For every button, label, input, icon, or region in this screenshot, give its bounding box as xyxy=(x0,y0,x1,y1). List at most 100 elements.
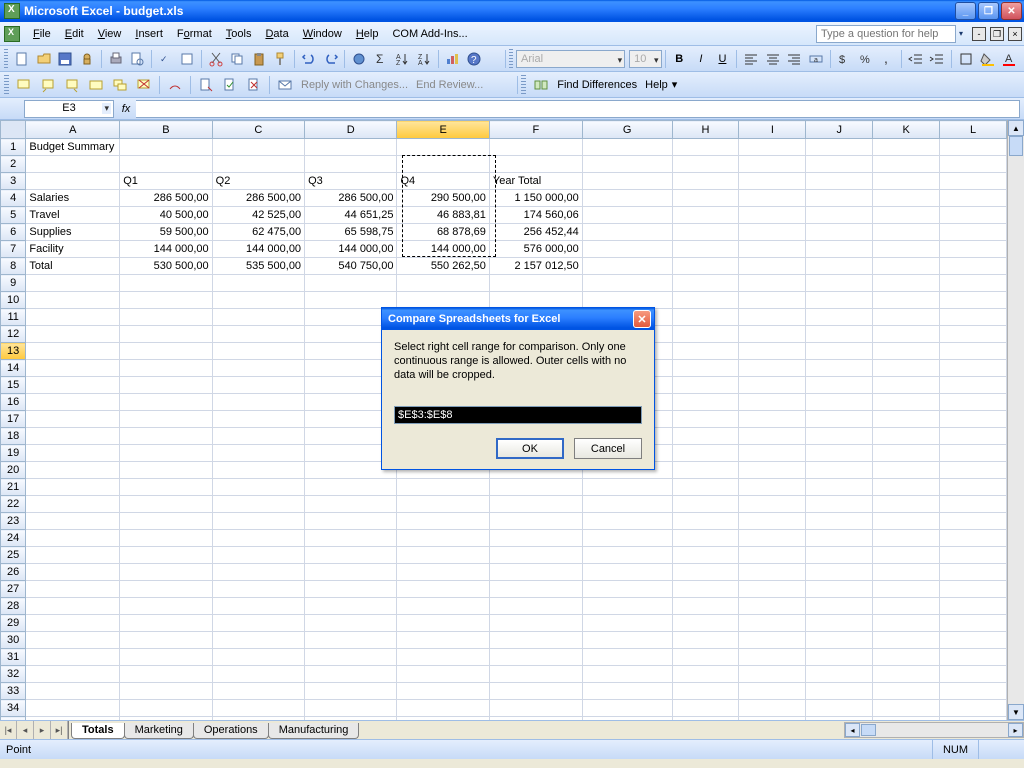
cell[interactable] xyxy=(739,139,806,156)
cell[interactable] xyxy=(305,581,397,598)
cell[interactable] xyxy=(806,632,873,649)
cell[interactable] xyxy=(305,598,397,615)
cell[interactable] xyxy=(120,717,212,721)
font-color-button[interactable]: A xyxy=(999,48,1019,70)
cell[interactable] xyxy=(806,683,873,700)
cell[interactable] xyxy=(806,190,873,207)
col-header[interactable]: C xyxy=(212,121,304,139)
font-combo[interactable]: Arial xyxy=(516,50,625,68)
find-diff-icon[interactable] xyxy=(530,74,552,96)
scroll-thumb[interactable] xyxy=(861,724,876,736)
cell[interactable] xyxy=(212,632,304,649)
cell[interactable] xyxy=(940,496,1007,513)
cell[interactable]: 144 000,00 xyxy=(212,241,304,258)
scroll-up-icon[interactable]: ▲ xyxy=(1008,120,1024,136)
cell[interactable] xyxy=(120,445,212,462)
cell[interactable] xyxy=(26,666,120,683)
cell[interactable] xyxy=(582,649,672,666)
cell[interactable] xyxy=(806,309,873,326)
comma-button[interactable]: , xyxy=(878,48,898,70)
cell[interactable] xyxy=(873,394,940,411)
cell[interactable] xyxy=(806,479,873,496)
row-header[interactable]: 13 xyxy=(1,343,26,360)
cell[interactable]: 59 500,00 xyxy=(120,224,212,241)
cell[interactable] xyxy=(120,700,212,717)
cell[interactable] xyxy=(739,479,806,496)
cell[interactable] xyxy=(672,649,739,666)
horizontal-scrollbar[interactable]: ◂ ▸ xyxy=(844,722,1024,738)
col-header[interactable]: D xyxy=(305,121,397,139)
cell[interactable] xyxy=(26,360,120,377)
cancel-button[interactable]: Cancel xyxy=(574,438,642,459)
underline-button[interactable]: U xyxy=(713,48,733,70)
menu-file[interactable]: File xyxy=(26,25,58,43)
cell[interactable] xyxy=(672,139,739,156)
cell[interactable] xyxy=(582,479,672,496)
cell[interactable] xyxy=(26,173,120,190)
cell[interactable] xyxy=(806,173,873,190)
cell[interactable] xyxy=(940,581,1007,598)
cell[interactable]: Travel xyxy=(26,207,120,224)
cell[interactable] xyxy=(212,326,304,343)
row-header[interactable]: 25 xyxy=(1,547,26,564)
redo-button[interactable] xyxy=(321,48,341,70)
cell[interactable] xyxy=(120,564,212,581)
row-header[interactable]: 9 xyxy=(1,275,26,292)
toolbar-handle[interactable] xyxy=(509,49,513,69)
cell[interactable] xyxy=(120,275,212,292)
cell[interactable] xyxy=(212,292,304,309)
reject-change-button[interactable] xyxy=(243,74,265,96)
cell[interactable] xyxy=(397,275,489,292)
cell[interactable] xyxy=(582,564,672,581)
align-left-button[interactable] xyxy=(741,48,761,70)
next-comment-button[interactable] xyxy=(61,74,83,96)
cell[interactable] xyxy=(940,598,1007,615)
cell[interactable]: 550 262,50 xyxy=(397,258,489,275)
cell[interactable] xyxy=(397,292,489,309)
track-changes-button[interactable] xyxy=(195,74,217,96)
cell[interactable] xyxy=(26,530,120,547)
cell[interactable] xyxy=(212,649,304,666)
cell[interactable] xyxy=(940,139,1007,156)
col-header[interactable]: K xyxy=(873,121,940,139)
row-header[interactable]: 7 xyxy=(1,241,26,258)
cell[interactable] xyxy=(120,615,212,632)
cell[interactable] xyxy=(397,632,489,649)
cell[interactable] xyxy=(806,666,873,683)
row-header[interactable]: 23 xyxy=(1,513,26,530)
cell[interactable] xyxy=(940,207,1007,224)
cell[interactable] xyxy=(672,445,739,462)
fontsize-combo[interactable]: 10 xyxy=(629,50,661,68)
cell[interactable] xyxy=(739,309,806,326)
cell[interactable] xyxy=(739,275,806,292)
col-header[interactable]: L xyxy=(940,121,1007,139)
cell[interactable] xyxy=(305,717,397,721)
cell[interactable] xyxy=(806,496,873,513)
cell[interactable] xyxy=(26,411,120,428)
row-header[interactable]: 10 xyxy=(1,292,26,309)
cell[interactable] xyxy=(806,462,873,479)
cell[interactable]: 65 598,75 xyxy=(305,224,397,241)
cell[interactable] xyxy=(120,139,212,156)
cell[interactable] xyxy=(672,700,739,717)
cell[interactable]: 2 157 012,50 xyxy=(489,258,582,275)
cell[interactable] xyxy=(940,547,1007,564)
cell[interactable] xyxy=(582,598,672,615)
cell[interactable] xyxy=(26,377,120,394)
cell[interactable] xyxy=(212,394,304,411)
col-header[interactable]: E xyxy=(397,121,489,139)
cell[interactable] xyxy=(739,632,806,649)
cell[interactable] xyxy=(873,224,940,241)
cell[interactable] xyxy=(873,173,940,190)
sheet-tab[interactable]: Operations xyxy=(193,723,269,739)
cell[interactable] xyxy=(739,411,806,428)
cell[interactable] xyxy=(672,411,739,428)
cell[interactable]: Q2 xyxy=(212,173,304,190)
cell[interactable] xyxy=(806,139,873,156)
cell[interactable] xyxy=(672,377,739,394)
row-header[interactable]: 8 xyxy=(1,258,26,275)
cell[interactable] xyxy=(397,649,489,666)
cell[interactable] xyxy=(739,224,806,241)
cell[interactable] xyxy=(212,564,304,581)
cell[interactable] xyxy=(120,530,212,547)
